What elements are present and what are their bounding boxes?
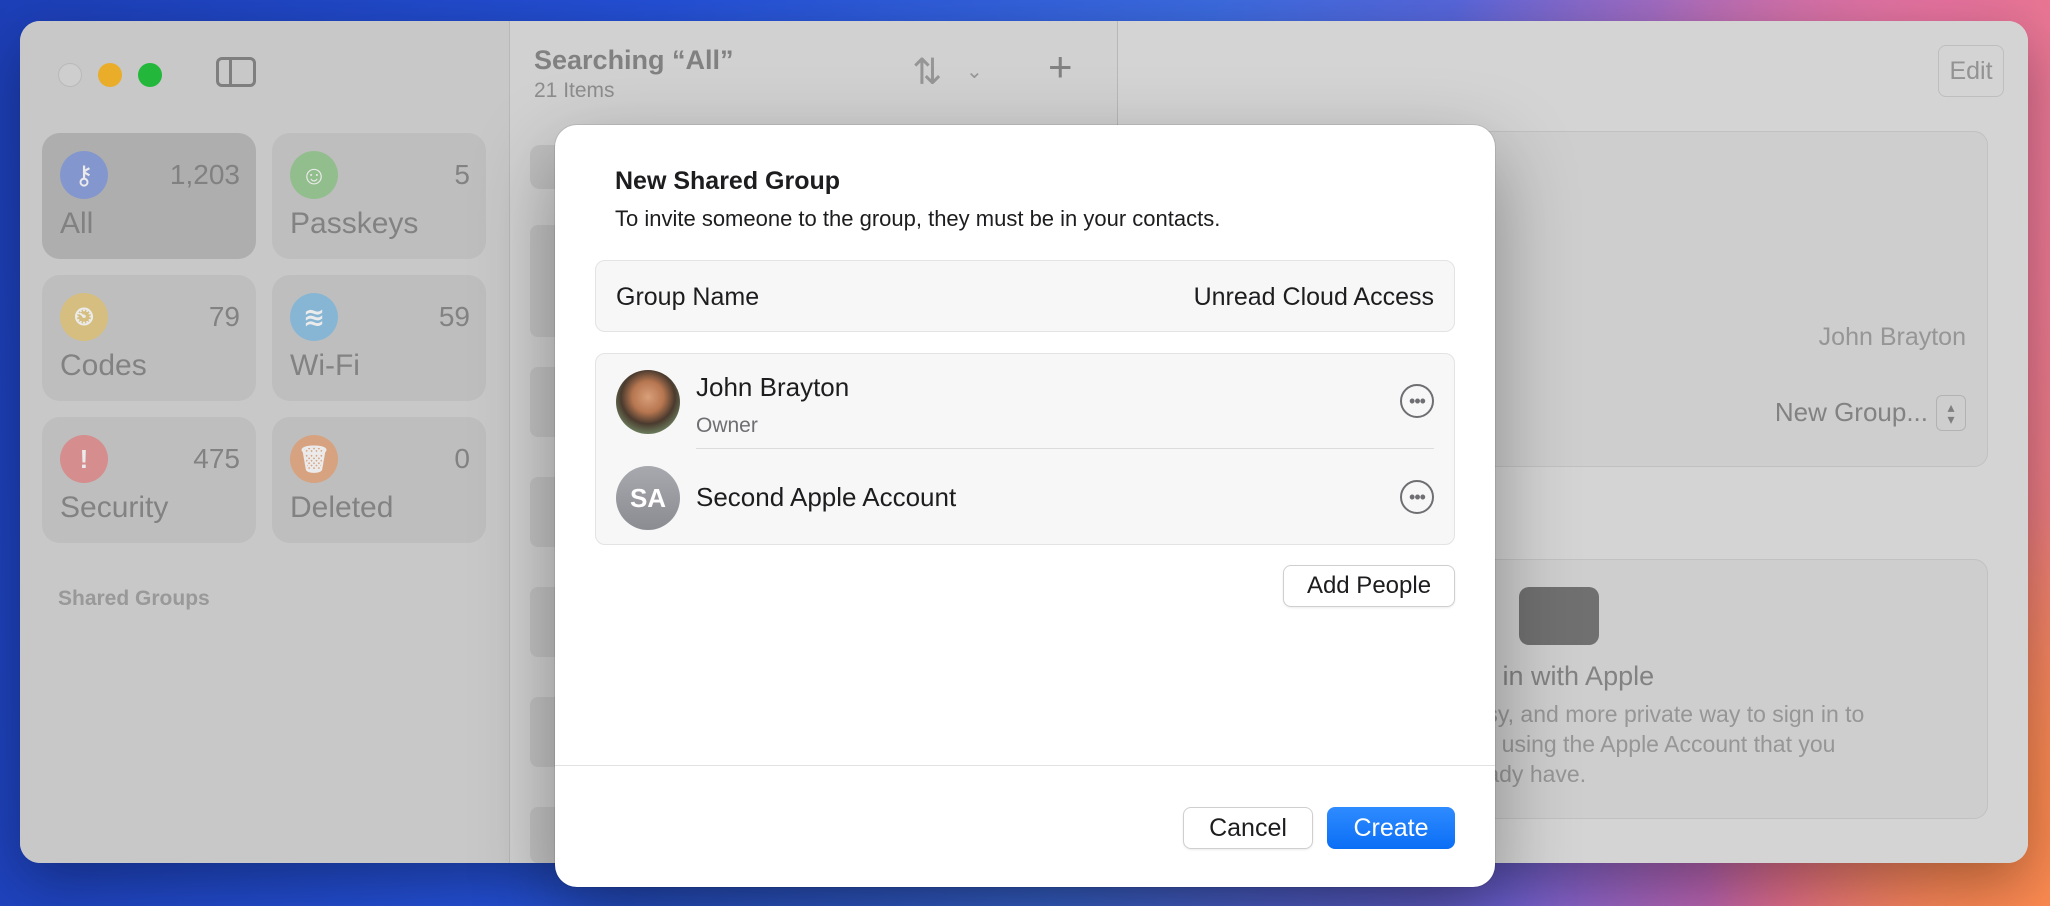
sheet-subtitle: To invite someone to the group, they mus…	[615, 206, 1221, 231]
member-role: Owner	[696, 414, 758, 437]
more-options-icon[interactable]: •••	[1400, 384, 1434, 418]
avatar: SA	[616, 466, 680, 530]
group-name-row[interactable]: Group Name Unread Cloud Access	[595, 260, 1455, 332]
add-people-button[interactable]: Add People	[1283, 565, 1455, 607]
sheet-footer-divider	[555, 765, 1495, 766]
member-name: Second Apple Account	[696, 482, 957, 512]
group-name-field[interactable]: Unread Cloud Access	[1194, 283, 1434, 312]
cancel-button[interactable]: Cancel	[1183, 807, 1313, 849]
new-shared-group-sheet: New Shared Group To invite someone to th…	[555, 125, 1495, 887]
members-list: John Brayton Owner ••• SA Second Apple A…	[595, 353, 1455, 545]
create-button[interactable]: Create	[1327, 807, 1455, 849]
member-divider	[696, 448, 1434, 449]
member-name: John Brayton	[696, 372, 850, 402]
sheet-title: New Shared Group	[615, 167, 841, 195]
group-name-label: Group Name	[616, 283, 760, 311]
avatar	[616, 370, 680, 434]
more-options-icon[interactable]: •••	[1400, 480, 1434, 514]
